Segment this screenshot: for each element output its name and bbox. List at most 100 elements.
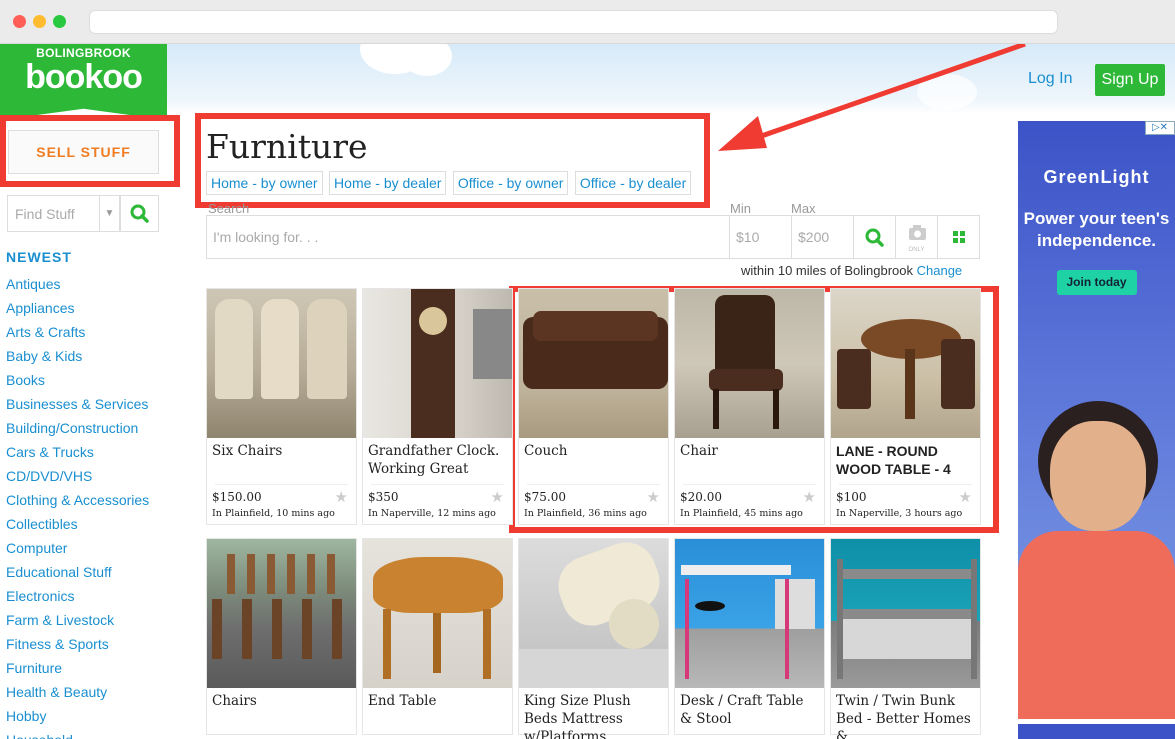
subcategory-link[interactable]: Office - by owner [452, 171, 569, 195]
listing-photo[interactable] [519, 539, 668, 688]
category-link[interactable]: Books [6, 370, 149, 394]
category-link[interactable]: Clothing & Accessories [6, 490, 149, 514]
signup-button[interactable]: Sign Up [1095, 64, 1165, 96]
star-icon[interactable]: ★ [803, 488, 816, 506]
page-title: Furniture [206, 127, 368, 166]
listing-photo[interactable] [363, 539, 512, 688]
category-link[interactable]: Cars & Trucks [6, 442, 149, 466]
min-label: Min [730, 201, 751, 216]
listing-price: $20.00 ★ [675, 485, 824, 506]
category-link[interactable]: Collectibles [6, 514, 149, 538]
category-link[interactable]: Appliances [6, 298, 149, 322]
listing-card[interactable]: Couch $75.00 ★ In Plainfield, 36 mins ago [518, 288, 669, 525]
star-icon[interactable]: ★ [959, 488, 972, 506]
listing-photo[interactable] [519, 289, 668, 438]
photo-only-toggle[interactable]: ONLY [895, 216, 937, 258]
category-link[interactable]: Farm & Livestock [6, 610, 149, 634]
category-link[interactable]: Fitness & Sports [6, 634, 149, 658]
listing-price: $100 ★ [831, 485, 980, 506]
listing-photo[interactable] [831, 289, 980, 438]
listing-card[interactable]: Grandfather Clock. Working Great $350 ★ I… [362, 288, 513, 525]
listing-title[interactable]: Desk / Craft Table & Stool [675, 688, 824, 734]
ad-tagline: Power your teen's independence. [1023, 209, 1170, 250]
search-bar: I'm looking for. . . $10 $200 ONLY [206, 215, 980, 259]
minimize-window-icon[interactable] [33, 15, 46, 28]
category-link[interactable]: Arts & Crafts [6, 322, 149, 346]
category-link[interactable]: Building/Construction [6, 418, 149, 442]
advertisement-banner-2[interactable] [1018, 724, 1175, 739]
listing-card[interactable]: King Size Plush Beds Mattress w/Platform… [518, 538, 669, 739]
category-list: Antiques Appliances Arts & Crafts Baby &… [6, 274, 149, 739]
sell-stuff-button[interactable]: SELL STUFF [8, 130, 159, 174]
category-link[interactable]: CD/DVD/VHS [6, 466, 149, 490]
category-link[interactable]: Health & Beauty [6, 682, 149, 706]
listing-title[interactable]: Twin / Twin Bunk Bed - Better Homes & [831, 688, 980, 739]
listing-title[interactable]: Chair [675, 438, 824, 484]
close-window-icon[interactable] [13, 15, 26, 28]
listing-card[interactable]: Chairs [206, 538, 357, 735]
listing-card[interactable]: Twin / Twin Bunk Bed - Better Homes & [830, 538, 981, 739]
subcategory-link[interactable]: Office - by dealer [574, 171, 692, 195]
subcategory-link[interactable]: Home - by owner [206, 171, 323, 195]
star-icon[interactable]: ★ [491, 488, 504, 506]
address-bar[interactable] [89, 10, 1058, 34]
find-stuff-input[interactable]: Find Stuff ▼ [7, 195, 120, 232]
search-label: Search [208, 201, 250, 216]
listing-location: In Plainfield, 10 mins ago [212, 508, 335, 519]
listing-location: In Plainfield, 36 mins ago [524, 508, 647, 519]
category-link[interactable]: Hobby [6, 706, 149, 730]
listing-card[interactable]: Chair $20.00 ★ In Plainfield, 45 mins ago [674, 288, 825, 525]
advertisement-banner[interactable]: ▷✕ GreenLight Power your teen's independ… [1018, 121, 1175, 719]
listing-title[interactable]: Chairs [207, 688, 356, 734]
category-link[interactable]: Furniture [6, 658, 149, 682]
browser-chrome [0, 0, 1175, 44]
listing-photo[interactable] [363, 289, 512, 438]
max-price-input[interactable]: $200 [791, 216, 853, 258]
category-link[interactable]: Electronics [6, 586, 149, 610]
listing-location: In Naperville, 3 hours ago [836, 508, 963, 519]
annotation-arrow [718, 44, 1026, 151]
listing-photo[interactable] [675, 539, 824, 688]
listing-photo[interactable] [207, 539, 356, 688]
category-link[interactable]: Businesses & Services [6, 394, 149, 418]
ad-info-icon[interactable]: ▷✕ [1145, 121, 1175, 135]
listing-title[interactable]: King Size Plush Beds Mattress w/Platform… [519, 688, 668, 739]
site-logo[interactable]: BOLINGBROOK bookoo [0, 44, 167, 116]
find-search-button[interactable] [120, 195, 159, 232]
listing-card[interactable]: End Table [362, 538, 513, 735]
category-link[interactable]: Educational Stuff [6, 562, 149, 586]
ad-cta-button[interactable]: Join today [1056, 270, 1137, 295]
listing-location: In Naperville, 12 mins ago [368, 508, 496, 519]
category-link[interactable]: Antiques [6, 274, 149, 298]
grid-view-toggle[interactable] [937, 216, 979, 258]
category-link[interactable]: Household [6, 730, 149, 739]
maximize-window-icon[interactable] [53, 15, 66, 28]
listing-title[interactable]: Grandfather Clock. Working Great [363, 438, 512, 484]
camera-icon [909, 225, 926, 240]
star-icon[interactable]: ★ [647, 488, 660, 506]
listing-card[interactable]: Six Chairs $150.00 ★ In Plainfield, 10 mi… [206, 288, 357, 525]
listing-location: In Plainfield, 45 mins ago [680, 508, 803, 519]
listing-card[interactable]: LANE - ROUND WOOD TABLE - 4 $100 ★ In Nap… [830, 288, 981, 525]
search-input[interactable]: I'm looking for. . . [213, 229, 318, 245]
category-link[interactable]: Computer [6, 538, 149, 562]
listing-photo[interactable] [207, 289, 356, 438]
listing-title[interactable]: End Table [363, 688, 512, 734]
search-icon [130, 204, 149, 223]
listing-photo[interactable] [675, 289, 824, 438]
search-button[interactable] [853, 216, 895, 258]
ad-photo-shirt [1018, 531, 1175, 719]
min-price-input[interactable]: $10 [729, 216, 791, 258]
listing-title[interactable]: LANE - ROUND WOOD TABLE - 4 [831, 438, 980, 484]
listing-title[interactable]: Six Chairs [207, 438, 356, 484]
change-location-link[interactable]: Change [917, 263, 963, 278]
subcategory-link[interactable]: Home - by dealer [329, 171, 447, 195]
chevron-down-icon[interactable]: ▼ [99, 196, 119, 231]
star-icon[interactable]: ★ [335, 488, 348, 506]
category-link[interactable]: Baby & Kids [6, 346, 149, 370]
listing-photo[interactable] [831, 539, 980, 688]
location-text: within 10 miles of Bolingbrook [741, 263, 913, 278]
listing-card[interactable]: Desk / Craft Table & Stool [674, 538, 825, 735]
listing-title[interactable]: Couch [519, 438, 668, 484]
search-icon [865, 228, 884, 247]
